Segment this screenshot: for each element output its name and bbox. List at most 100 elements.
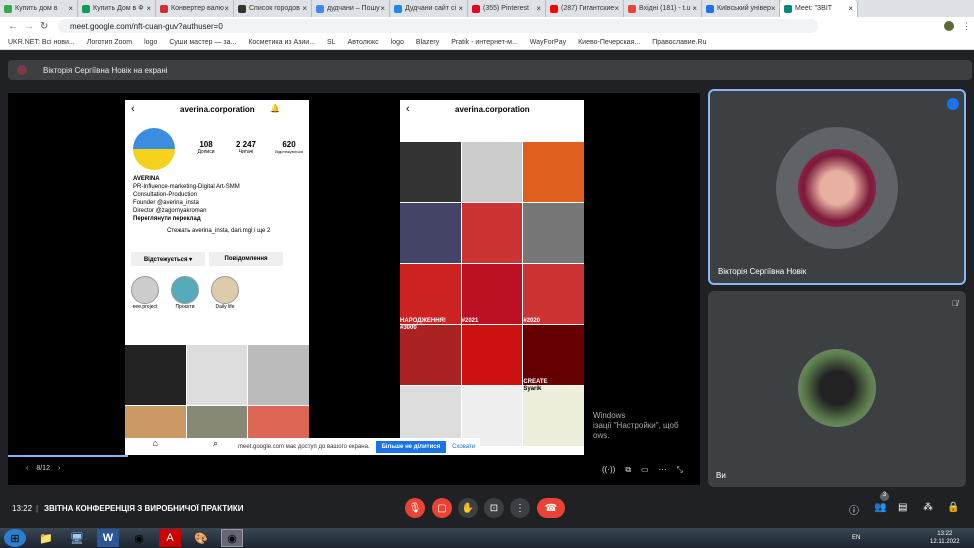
- close-icon[interactable]: ×: [614, 4, 619, 13]
- tab-label: Meet: "ЗВІТ: [795, 5, 833, 12]
- tab-favicon-icon: [628, 4, 636, 13]
- highlight-label: Daily life: [215, 304, 235, 310]
- language-indicator[interactable]: EN: [852, 535, 860, 541]
- paint-icon[interactable]: 🎨: [190, 529, 212, 547]
- close-icon[interactable]: ×: [302, 4, 307, 13]
- next-icon[interactable]: ›: [58, 465, 60, 472]
- info-icon[interactable]: ⓘ: [849, 502, 859, 517]
- bookmark-item[interactable]: Косметика из Азии...: [248, 39, 315, 46]
- close-icon[interactable]: ×: [771, 4, 776, 13]
- bookmark-item[interactable]: SL: [327, 39, 336, 46]
- broadcast-icon[interactable]: ((·)): [602, 465, 615, 475]
- bookmark-item[interactable]: Логотип Zoom: [87, 39, 132, 46]
- bookmark-item[interactable]: Автолюкс: [348, 39, 379, 46]
- camera-off-button[interactable]: ▢: [432, 498, 452, 518]
- explorer-icon[interactable]: 📁: [35, 529, 57, 547]
- browser-tab[interactable]: Конвертер валю ×: [156, 0, 234, 17]
- bookmark-item[interactable]: Blazery: [416, 39, 439, 46]
- followed-by: Стежать averina_insta, dari.mgl і ще 2: [167, 228, 271, 234]
- tab-label: (287) Гигантские: [561, 5, 615, 12]
- close-icon[interactable]: ×: [692, 4, 697, 13]
- close-icon[interactable]: ×: [380, 4, 385, 13]
- tab-favicon-icon: [4, 4, 12, 13]
- participant-tile[interactable]: 🎙̸ Ви: [708, 291, 966, 487]
- stop-sharing-button[interactable]: Більше не ділитися: [375, 440, 447, 453]
- mic-off-button[interactable]: 🎙: [405, 498, 425, 518]
- pip-icon[interactable]: ⧉: [625, 465, 631, 475]
- home-icon: ⌂: [152, 438, 158, 448]
- highlight-label: eee.project: [132, 304, 158, 310]
- browser-tab[interactable]: (287) Гигантские ×: [546, 0, 624, 17]
- browser-tab[interactable]: Вхідні (181) - t.u ×: [624, 0, 702, 17]
- participant-tile[interactable]: Вікторія Сергіївна Новік: [708, 89, 966, 285]
- browser-tab[interactable]: Купить Дом в Ф ×: [78, 0, 156, 17]
- tab-favicon-icon: [784, 4, 792, 13]
- url-text: meet.google.com/nft-cuan-guv?authuser=0: [70, 21, 223, 31]
- captions-icon[interactable]: ▭: [641, 465, 649, 475]
- bio-line: Director @zagornyakroman: [133, 208, 207, 214]
- tab-favicon-icon: [238, 4, 246, 13]
- close-icon[interactable]: ×: [536, 4, 541, 13]
- browser-tab[interactable]: Список городов ×: [234, 0, 312, 17]
- close-icon[interactable]: ×: [224, 4, 229, 13]
- forward-icon[interactable]: →: [24, 21, 34, 32]
- host-controls-icon[interactable]: 🔒: [947, 502, 959, 513]
- more-icon[interactable]: ⋯: [659, 465, 667, 475]
- fullscreen-icon[interactable]: ⤡: [677, 465, 683, 475]
- raise-hand-button[interactable]: ✋: [458, 498, 478, 518]
- browser-tab-bar: Купить дом в × Купить Дом в Ф × Конвертер ва…: [0, 0, 974, 17]
- word-icon[interactable]: W: [97, 529, 119, 547]
- url-input[interactable]: meet.google.com/nft-cuan-guv?authuser=0: [58, 19, 818, 33]
- address-bar: ← → ↻ meet.google.com/nft-cuan-guv?authu…: [0, 17, 974, 35]
- menu-icon[interactable]: ⋮: [962, 21, 971, 32]
- bookmark-item[interactable]: Суши мастер — за...: [169, 39, 236, 46]
- username: averina.corporation: [455, 105, 530, 114]
- close-icon[interactable]: ×: [146, 4, 151, 13]
- browser-tab[interactable]: дудчани – Пошу ×: [312, 0, 390, 17]
- bookmark-item[interactable]: Киево-Печерская...: [578, 39, 640, 46]
- activation-watermark: ізації "Настройки", щоб: [593, 421, 679, 430]
- chrome-icon[interactable]: ◉: [128, 529, 150, 547]
- chrome-active-icon[interactable]: ◉: [221, 529, 243, 547]
- browser-tab[interactable]: Дудчани сайт сі ×: [390, 0, 468, 17]
- reload-icon[interactable]: ↻: [40, 21, 48, 32]
- profile-avatar[interactable]: [944, 21, 954, 31]
- browser-tab[interactable]: (355) Pinterest ×: [468, 0, 546, 17]
- hide-button[interactable]: Сховати: [452, 444, 475, 450]
- username: averina.corporation: [180, 105, 255, 114]
- tab-favicon-icon: [160, 4, 168, 13]
- instagram-profile: ‹ averina.corporation 🔔 108 Дописи 2 247 Ч…: [125, 100, 309, 455]
- people-icon[interactable]: 👥: [874, 502, 886, 513]
- bookmark-item[interactable]: Pratik - интернет-м...: [451, 39, 518, 46]
- start-icon[interactable]: ⊞: [4, 529, 26, 547]
- tab-label: Список городов: [249, 5, 300, 12]
- close-icon[interactable]: ×: [848, 4, 853, 13]
- bookmark-item[interactable]: WayForPay: [530, 39, 566, 46]
- bell-icon: 🔔: [270, 104, 280, 113]
- close-icon[interactable]: ×: [458, 4, 463, 13]
- activities-icon[interactable]: ⁂: [923, 502, 933, 513]
- tab-label: Дудчани сайт сі: [405, 5, 457, 12]
- tab-favicon-icon: [472, 4, 480, 13]
- acrobat-icon[interactable]: A: [159, 529, 181, 547]
- network-icon[interactable]: 🖥: [66, 529, 88, 547]
- tab-label: Київський універ: [717, 5, 771, 12]
- close-icon[interactable]: ×: [68, 4, 73, 13]
- back-icon[interactable]: ←: [8, 21, 18, 32]
- browser-tab[interactable]: Meet: "ЗВІТ ×: [780, 0, 858, 17]
- bio-line: Founder @averina_insta: [133, 200, 199, 206]
- prev-icon[interactable]: ‹: [26, 465, 28, 472]
- bookmark-item[interactable]: logo: [144, 39, 157, 46]
- bookmark-item[interactable]: UKR.NET: Всі нови...: [8, 39, 75, 46]
- chat-icon[interactable]: ▤: [898, 502, 907, 513]
- meeting-title: ЗВІТНА КОНФЕРЕНЦІЯ З ВИРОБНИЧОЇ ПРАКТИКИ: [44, 503, 244, 513]
- more-options-button[interactable]: ⋮: [510, 498, 530, 518]
- bookmark-item[interactable]: logo: [391, 39, 404, 46]
- browser-tab[interactable]: Купить дом в ×: [0, 0, 78, 17]
- end-call-button[interactable]: ☎: [537, 498, 565, 518]
- bookmark-item[interactable]: Православие.Ru: [652, 39, 706, 46]
- clock[interactable]: 13:22 12.11.2022: [930, 530, 960, 546]
- activation-watermark: Windows: [593, 411, 626, 420]
- browser-tab[interactable]: Київський універ ×: [702, 0, 780, 17]
- present-button[interactable]: ⊡: [484, 498, 504, 518]
